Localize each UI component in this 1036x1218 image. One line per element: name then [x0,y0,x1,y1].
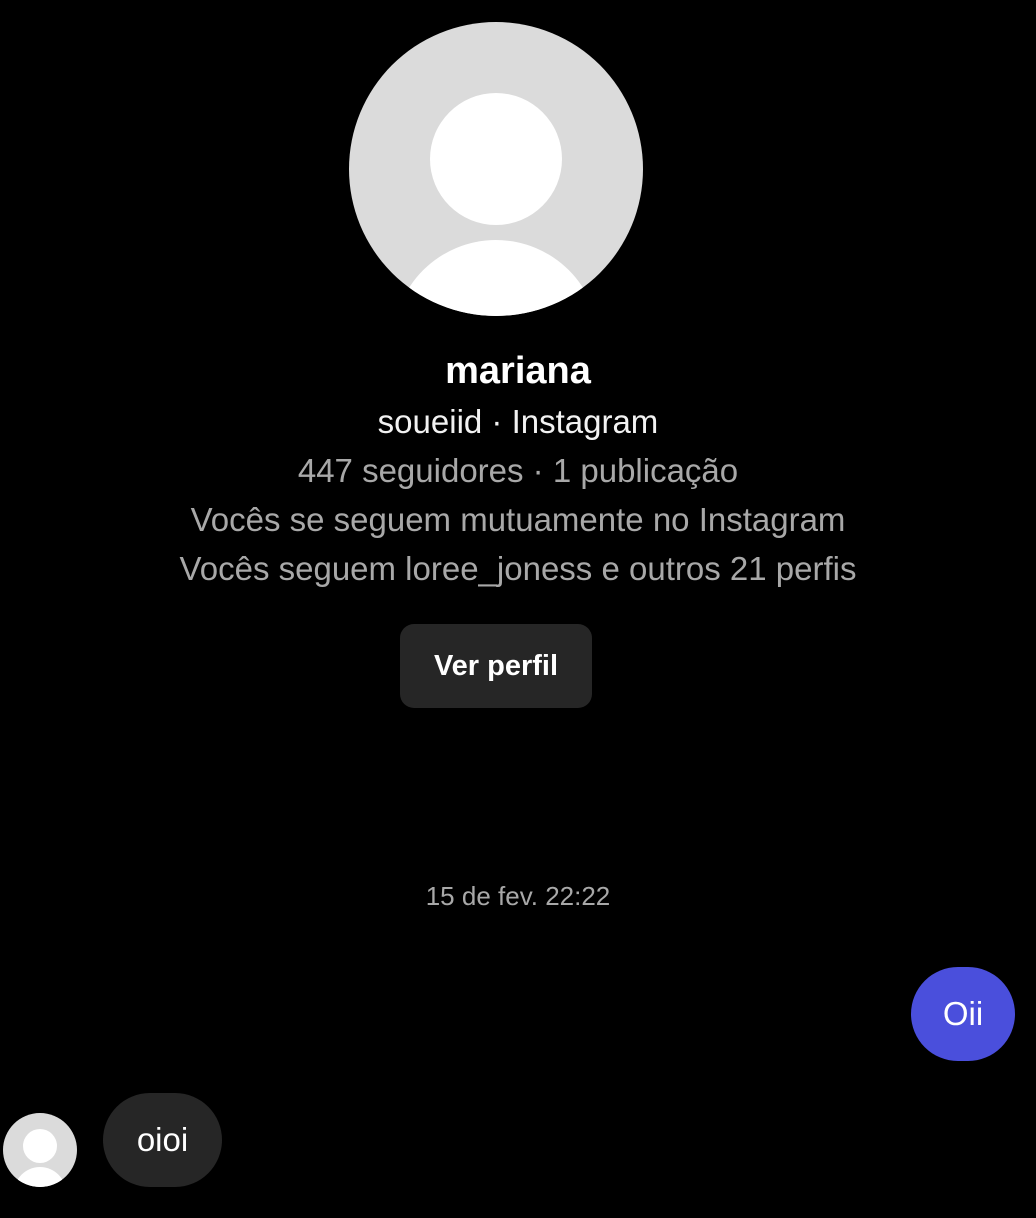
profile-mutual-follow-info: Vocês se seguem mutuamente no Instagram [190,501,846,538]
sender-avatar[interactable] [3,1113,77,1187]
profile-name: mariana [445,350,591,392]
default-user-avatar-icon [23,1129,57,1163]
profile-avatar[interactable] [349,22,643,316]
sent-message-bubble[interactable]: Oii [911,967,1015,1061]
profile-handle: soueiid · Instagram [377,403,659,440]
received-message-text: oioi [136,1121,189,1158]
profile-stats: 447 seguidores · 1 publicação [297,452,739,489]
default-user-avatar-icon [430,93,562,225]
view-profile-button[interactable]: Ver perfil [400,624,592,708]
profile-followed-by-info: Vocês seguem loree_joness e outros 21 pe… [179,550,857,587]
message-timestamp: 15 de fev. 22:22 [425,881,611,911]
received-message-bubble[interactable]: oioi [103,1093,222,1187]
sent-message-text: Oii [942,995,984,1032]
profile-header: mariana soueiid · Instagram 447 seguidor… [0,0,1036,720]
